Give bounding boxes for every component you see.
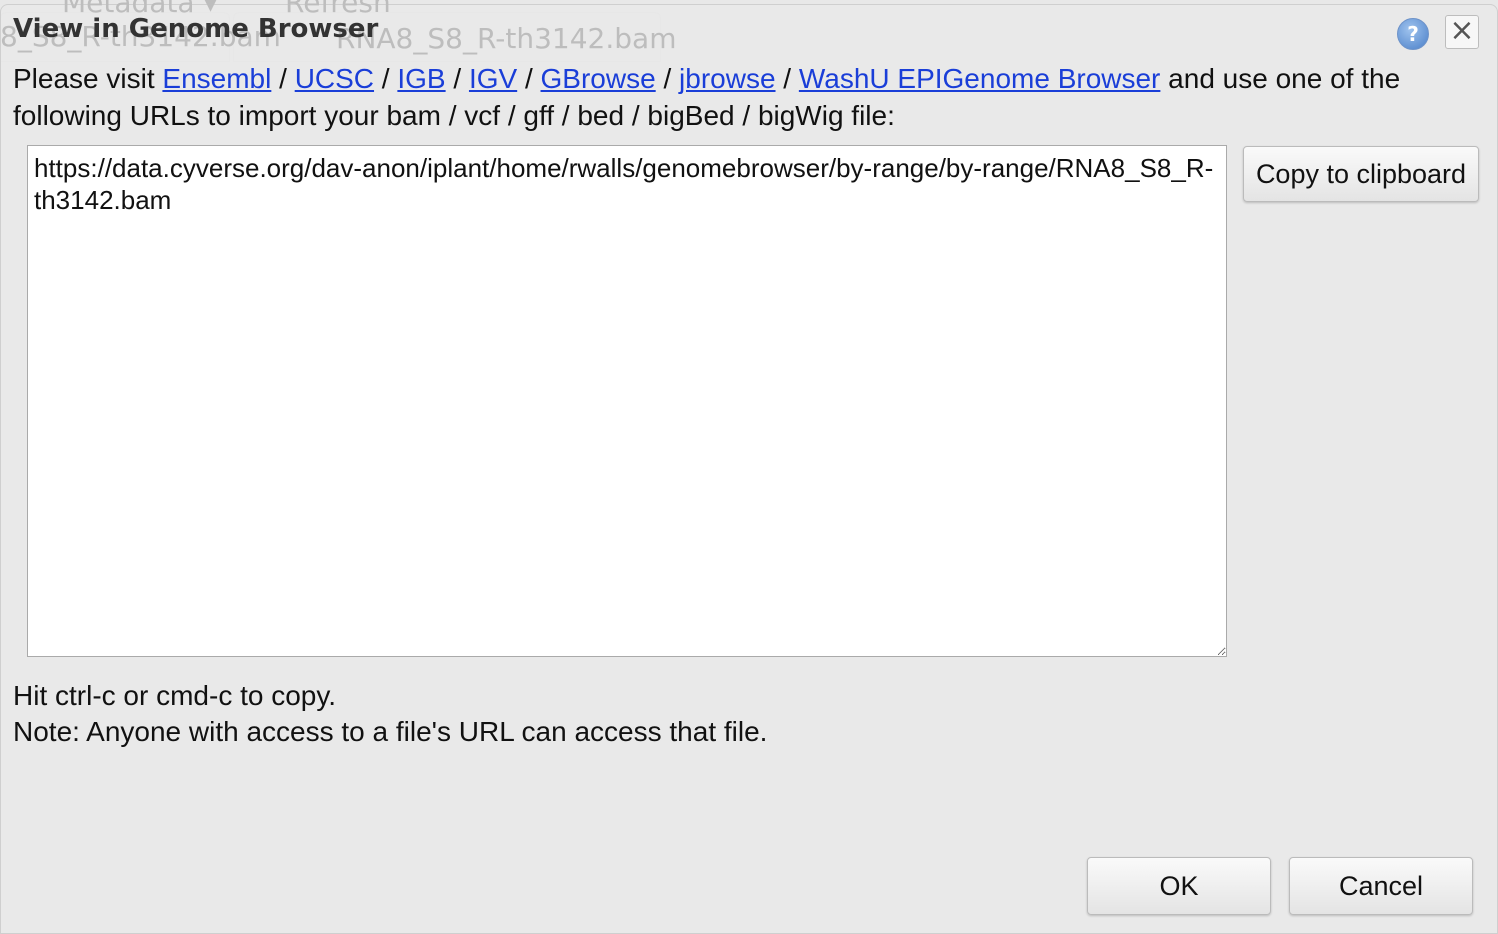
link-igb[interactable]: IGB	[397, 63, 445, 94]
separator: /	[445, 63, 469, 94]
intro-prefix: Please visit	[13, 63, 163, 94]
separator: /	[517, 63, 541, 94]
background-tab-label: 8_S8_R-th3142.bam	[0, 20, 281, 53]
url-textarea[interactable]	[27, 145, 1227, 657]
ok-button[interactable]: OK	[1087, 857, 1271, 915]
link-washu[interactable]: WashU EPIGenome Browser	[799, 63, 1161, 94]
background-refresh-button: Refresh	[285, 0, 391, 19]
close-icon[interactable]: ×	[1445, 15, 1479, 49]
separator: /	[655, 63, 680, 94]
link-gbrowse[interactable]: GBrowse	[541, 63, 656, 94]
cancel-button[interactable]: Cancel	[1289, 857, 1473, 915]
link-ucsc[interactable]: UCSC	[295, 63, 374, 94]
separator: /	[271, 63, 295, 94]
intro-text: Please visit Ensembl / UCSC / IGB / IGV …	[13, 60, 1488, 134]
background-tab-label: RNA8_S8_R-th3142.bam	[336, 22, 677, 55]
copy-to-clipboard-button[interactable]: Copy to clipboard	[1243, 146, 1479, 202]
background-metadata-menu: Metadata ▾	[62, 0, 218, 19]
copy-hint: Hit ctrl-c or cmd-c to copy.	[13, 680, 337, 711]
link-ensembl[interactable]: Ensembl	[162, 63, 271, 94]
separator: /	[775, 63, 799, 94]
separator: /	[374, 63, 398, 94]
help-icon[interactable]: ?	[1397, 18, 1429, 50]
link-igv[interactable]: IGV	[469, 63, 517, 94]
link-jbrowse[interactable]: jbrowse	[679, 63, 775, 94]
access-note: Note: Anyone with access to a file's URL…	[13, 716, 768, 747]
